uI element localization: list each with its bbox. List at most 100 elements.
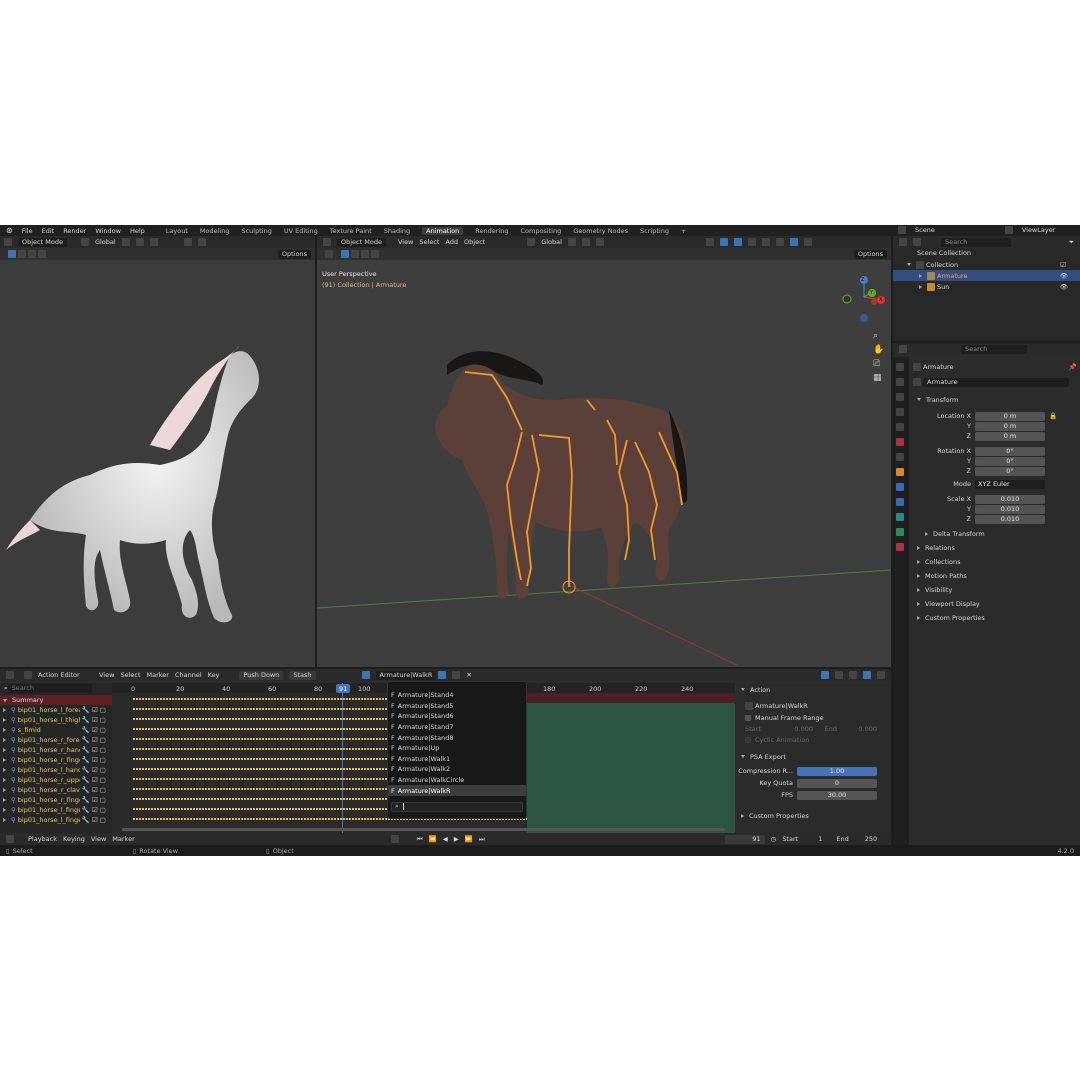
menu-window[interactable]: Window <box>95 227 121 235</box>
expand-icon[interactable] <box>3 708 6 712</box>
select-mode-icon[interactable] <box>8 250 16 258</box>
expand-icon[interactable] <box>3 768 6 772</box>
action-menu-item[interactable]: F Armature|Stand7 <box>388 722 526 733</box>
only-selected-icon[interactable] <box>821 671 829 679</box>
wrench-icon[interactable]: 🔧 <box>82 756 90 764</box>
wrench-icon[interactable]: 🔧 <box>82 706 90 714</box>
action-menu-item[interactable]: F Armature|WalkCircle <box>388 775 526 786</box>
horizontal-scrollbar[interactable] <box>122 828 725 831</box>
physics-tab-icon[interactable] <box>896 498 904 506</box>
expand-icon[interactable] <box>3 788 6 792</box>
main-orientation-dropdown[interactable]: Global <box>541 238 562 246</box>
expand-icon[interactable] <box>3 808 6 812</box>
gizmo-toggle-icon[interactable] <box>719 238 728 246</box>
wrench-icon[interactable]: 🔧 <box>82 716 90 724</box>
select-subtract-icon[interactable] <box>28 250 36 258</box>
expand-icon[interactable] <box>3 758 6 762</box>
expand-icon[interactable] <box>3 728 6 732</box>
pin-icon[interactable]: 📌 <box>1069 363 1077 371</box>
overlay-toggle-icon[interactable] <box>197 238 206 246</box>
display-mode-icon[interactable] <box>913 238 921 246</box>
transform-panel-header[interactable]: Transform <box>913 393 1077 407</box>
scale-z-field[interactable]: 0.010 <box>975 514 1045 524</box>
panel-relations[interactable]: Relations <box>913 541 1077 555</box>
action-menu-item[interactable]: F Armature|Stand6 <box>388 711 526 722</box>
tab-sculpting[interactable]: Sculpting <box>241 227 271 235</box>
action-panel-header[interactable]: Action <box>737 683 887 697</box>
wrench-icon[interactable]: 🔧 <box>82 746 90 754</box>
properties-search-input[interactable]: Search <box>961 344 1027 354</box>
lock-icon[interactable]: ▢ <box>100 726 106 734</box>
new-action-icon[interactable] <box>452 671 461 679</box>
editor-type-icon[interactable] <box>4 238 12 246</box>
left-viewport[interactable]: Object Mode Global Options <box>0 236 315 667</box>
menu-select[interactable]: Select <box>419 238 439 246</box>
channel-row[interactable]: ⚲ s_fimid 🔧 ☑ ▢ <box>0 725 112 735</box>
scale-x-field[interactable]: 0.010 <box>975 494 1045 504</box>
lock-icon[interactable]: ▢ <box>100 806 106 814</box>
tab-scripting[interactable]: Scripting <box>640 227 669 235</box>
outliner-root[interactable]: Scene Collection <box>893 248 1080 259</box>
select-extend-icon[interactable] <box>351 250 359 258</box>
constraints-tab-icon[interactable] <box>896 513 904 521</box>
overlay-toggle-icon[interactable] <box>733 238 742 246</box>
show-hidden-icon[interactable] <box>835 671 843 679</box>
start-frame-field[interactable]: 1 <box>818 835 822 843</box>
filter-icon[interactable] <box>849 671 857 679</box>
tl-menu-marker[interactable]: Marker <box>112 835 134 843</box>
tl-menu-keying[interactable]: Keying <box>63 835 85 843</box>
wrench-icon[interactable]: 🔧 <box>82 766 90 774</box>
current-frame-field[interactable]: 91 <box>724 834 765 844</box>
rotation-mode-dropdown[interactable]: XYZ Euler <box>975 479 1045 489</box>
play-icon[interactable]: ▶ <box>454 835 459 843</box>
render-tab-icon[interactable] <box>896 378 904 386</box>
lock-icon[interactable]: ▢ <box>100 776 106 784</box>
current-frame-indicator[interactable]: 91 <box>336 684 351 693</box>
checkbox-icon[interactable]: ☑ <box>92 776 98 784</box>
record-icon[interactable] <box>390 835 399 843</box>
summary-row[interactable]: Summary <box>0 695 112 705</box>
expand-icon[interactable] <box>919 284 922 289</box>
lock-icon[interactable]: ▢ <box>100 716 106 724</box>
action-menu-item[interactable]: F Armature|Walk2 <box>388 764 526 775</box>
snap-icon[interactable] <box>135 238 144 246</box>
hide-eye-icon[interactable]: 👁 <box>1060 272 1068 280</box>
checkbox-icon[interactable]: ☑ <box>92 716 98 724</box>
editor-type-icon[interactable] <box>899 238 907 246</box>
tab-compositing[interactable]: Compositing <box>520 227 561 235</box>
menu-help[interactable]: Help <box>130 227 145 235</box>
checkbox-icon[interactable]: ☑ <box>1060 261 1066 269</box>
wrench-icon[interactable]: 🔧 <box>82 816 90 824</box>
left-orientation-dropdown[interactable]: Global <box>95 238 116 246</box>
wrench-icon[interactable]: 🔧 <box>82 806 90 814</box>
select-mode-icon[interactable] <box>341 250 349 258</box>
main-mode-dropdown[interactable]: Object Mode <box>337 237 386 247</box>
sidebar-action-name[interactable]: Armature|WalkR <box>755 702 808 710</box>
action-editor-mode[interactable]: Action Editor <box>38 671 93 679</box>
camera-view-icon[interactable]: ⎚ <box>873 359 884 369</box>
menu-add[interactable]: Add <box>445 238 458 246</box>
tl-menu-view[interactable]: View <box>91 835 106 843</box>
editor-type-icon[interactable] <box>6 671 14 679</box>
next-key-icon[interactable]: ⏩ <box>465 835 473 843</box>
tl-menu-playback[interactable]: Playback <box>28 835 57 843</box>
pivot-icon[interactable] <box>567 238 576 246</box>
object-data-tab-icon[interactable] <box>896 528 904 536</box>
channel-row[interactable]: ⚲ bip01_horse_r_hand 🔧 ☑ ▢ <box>0 745 112 755</box>
channel-row[interactable]: ⚲ bip01_horse_l_forear 🔧 ☑ ▢ <box>0 705 112 715</box>
world-tab-icon[interactable] <box>896 438 904 446</box>
lock-icon[interactable]: ▢ <box>100 706 106 714</box>
output-tab-icon[interactable] <box>896 393 904 401</box>
tool-toggle-icon[interactable] <box>325 250 333 258</box>
viewlayer-selector[interactable]: ViewLayer <box>1022 226 1056 234</box>
action-browse-icon[interactable] <box>361 671 370 679</box>
bone-tab-icon[interactable] <box>896 543 904 551</box>
expand-icon[interactable] <box>907 263 911 266</box>
tab-rendering[interactable]: Rendering <box>475 227 508 235</box>
fps-field[interactable]: 30.00 <box>797 790 877 800</box>
wrench-icon[interactable]: 🔧 <box>82 796 90 804</box>
xray-icon[interactable] <box>747 238 756 246</box>
panel-visibility[interactable]: Visibility <box>913 583 1077 597</box>
select-extend-icon[interactable] <box>18 250 26 258</box>
location-x-field[interactable]: 0 m <box>975 411 1045 421</box>
